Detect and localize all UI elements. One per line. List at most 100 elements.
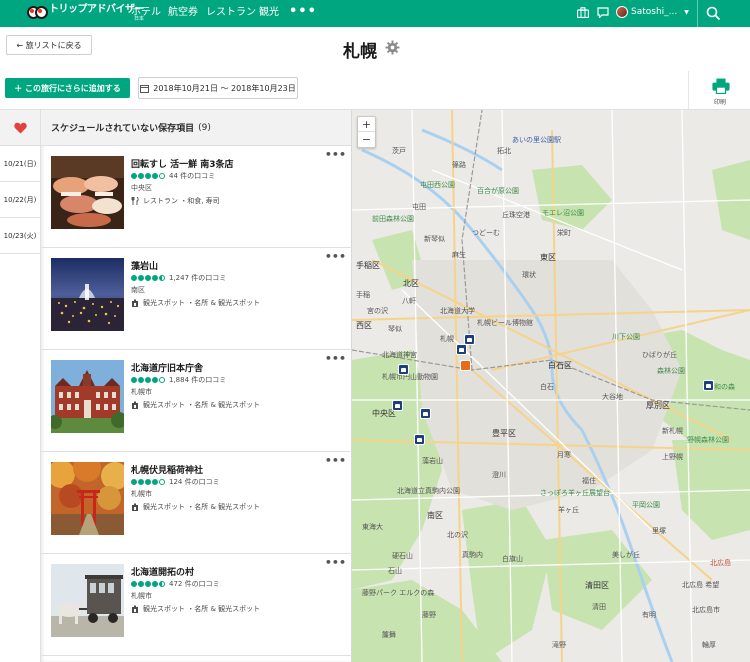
nav-hotels[interactable]: ホテル: [131, 6, 161, 20]
fushimi-inari-shrine-photo[interactable]: [51, 462, 124, 535]
map-pin[interactable]: [464, 334, 475, 345]
map-label: 南区: [427, 511, 443, 520]
day-tab[interactable]: 10/22(月): [0, 182, 40, 218]
nav-attractions[interactable]: 観光: [259, 6, 279, 20]
map-label: 宮の沢: [367, 307, 388, 315]
map-pin[interactable]: [456, 344, 467, 355]
item-name[interactable]: 藻岩山: [131, 259, 158, 272]
zoom-out-button[interactable]: −: [358, 132, 375, 147]
review-count[interactable]: 124 件の口コミ: [169, 477, 220, 487]
map-label: 北海道大学: [440, 307, 475, 315]
map-label: 北広島: [710, 559, 731, 567]
category-text: 観光スポット ・名所 & 観光スポット: [143, 401, 261, 409]
message-icon[interactable]: [597, 7, 609, 18]
map-label: 豊平区: [492, 429, 516, 438]
map-pin[interactable]: [420, 408, 431, 419]
list-item[interactable]: 札幌伏見稲荷神社 124 件の口コミ 札幌市 観光スポット ・名所 & 観光スポ…: [41, 452, 352, 554]
former-government-office-photo[interactable]: [51, 360, 124, 433]
gear-icon[interactable]: [385, 40, 400, 55]
rating: 1,884 件の口コミ: [131, 375, 226, 385]
category-text: レストラン ・和食, 寿司: [143, 197, 220, 205]
more-options-icon[interactable]: •••: [325, 148, 346, 161]
map-label: 北海道神宮: [382, 351, 417, 359]
item-category: 観光スポット ・名所 & 観光スポット: [131, 400, 260, 410]
more-options-icon[interactable]: •••: [325, 352, 346, 365]
print-icon[interactable]: [710, 78, 732, 94]
map-label: 茨戸: [392, 147, 406, 155]
nav-more-icon[interactable]: •••: [289, 5, 317, 18]
day-tab[interactable]: 10/21(日): [0, 146, 40, 182]
zoom-in-button[interactable]: +: [358, 117, 375, 132]
rating-bubbles: [131, 275, 166, 281]
map-label: 輪厚: [702, 641, 716, 649]
map-pin[interactable]: [398, 364, 409, 375]
chevron-down-icon: ▼: [684, 8, 689, 16]
map-pin[interactable]: [703, 380, 714, 391]
item-name[interactable]: 北海道開拓の村: [131, 565, 194, 578]
map-label: 手稲: [356, 291, 370, 299]
map-label: ひばりが丘: [642, 351, 677, 359]
review-count[interactable]: 1,247 件の口コミ: [169, 273, 226, 283]
nav-restaurants[interactable]: レストラン: [206, 6, 256, 20]
review-count[interactable]: 1,884 件の口コミ: [169, 375, 226, 385]
saved-tab[interactable]: [0, 110, 40, 146]
review-count[interactable]: 472 件の口コミ: [169, 579, 220, 589]
item-region: 札幌市: [131, 490, 152, 498]
historical-village-photo[interactable]: [51, 564, 124, 637]
list-item[interactable]: 回転すし 活一鮮 南3条店 44 件の口コミ 中央区 レストラン ・和食, 寿司…: [41, 146, 352, 248]
sushi-photo[interactable]: [51, 156, 124, 229]
map[interactable]: あいの里公園駅 拓北 百合が原公園 屯田西公園 モエレ沼公園 つどーむ 東区 北…: [352, 110, 750, 662]
map-label: 札幌: [440, 335, 454, 343]
map-label: つどーむ: [472, 229, 500, 237]
item-category: 観光スポット ・名所 & 観光スポット: [131, 604, 260, 614]
map-label: 前田森林公園: [372, 215, 414, 223]
map-label: 屯田: [412, 203, 426, 211]
map-label: さっぽろ羊ヶ丘展望台: [540, 489, 610, 497]
map-pin[interactable]: [414, 434, 425, 445]
page-title: 札幌: [343, 42, 377, 62]
review-count[interactable]: 44 件の口コミ: [169, 171, 215, 181]
restaurant-pin[interactable]: [460, 360, 471, 371]
map-label: 月寒: [557, 451, 571, 459]
map-label: 琴似: [388, 325, 402, 333]
list-item[interactable]: 北海道開拓の村 472 件の口コミ 札幌市 観光スポット ・名所 & 観光スポッ…: [41, 554, 352, 656]
mount-moiwa-photo[interactable]: [51, 258, 124, 331]
map-label: 環状: [522, 271, 536, 279]
nav-flights[interactable]: 航空券: [168, 6, 198, 20]
category-text: 観光スポット ・名所 & 観光スポット: [143, 605, 261, 613]
list-item[interactable]: 藻岩山 1,247 件の口コミ 南区 観光スポット ・名所 & 観光スポット •…: [41, 248, 352, 350]
map-label: 藻岩山: [422, 457, 443, 465]
item-name[interactable]: 回転すし 活一鮮 南3条店: [131, 157, 234, 170]
tripadvisor-logo[interactable]: トリップアドバイザー 日本: [27, 4, 145, 23]
more-options-icon[interactable]: •••: [325, 250, 346, 263]
category-text: 観光スポット ・名所 & 観光スポット: [143, 503, 261, 511]
day-column: 10/21(日) 10/22(月) 10/23(火): [0, 110, 41, 662]
item-name[interactable]: 札幌伏見稲荷神社: [131, 463, 203, 476]
map-label: モエレ沼公園: [542, 209, 584, 217]
more-options-icon[interactable]: •••: [325, 556, 346, 569]
rating: 1,247 件の口コミ: [131, 273, 226, 283]
back-to-trips-button[interactable]: ← 旅リストに戻る: [6, 35, 92, 55]
rating: 124 件の口コミ: [131, 477, 220, 487]
date-range-button[interactable]: 2018年10月21日 〜 2018年10月23日: [138, 77, 298, 99]
list-item[interactable]: 北海道庁旧本庁舎 1,884 件の口コミ 札幌市 観光スポット ・名所 & 観光…: [41, 350, 352, 452]
item-category: 観光スポット ・名所 & 観光スポット: [131, 502, 260, 512]
map-pin[interactable]: [392, 400, 403, 411]
briefcase-icon[interactable]: [577, 7, 589, 18]
map-zoom-control: + −: [357, 116, 376, 148]
search-icon[interactable]: [706, 6, 721, 21]
print-label[interactable]: 印刷: [706, 97, 734, 106]
item-category: レストラン ・和食, 寿司: [131, 196, 220, 206]
list-count: (9): [198, 122, 211, 133]
map-label: 福住: [582, 477, 596, 485]
rating-bubbles: [131, 581, 166, 587]
more-options-icon[interactable]: •••: [325, 454, 346, 467]
map-label: 簾舞: [382, 631, 396, 639]
user-menu[interactable]: Satoshi_... ▼: [616, 6, 689, 18]
item-name[interactable]: 北海道庁旧本庁舎: [131, 361, 203, 374]
day-tab[interactable]: 10/23(火): [0, 218, 40, 254]
map-label: 藤野: [422, 611, 436, 619]
map-label: 東区: [540, 253, 556, 262]
landmark-icon: [132, 503, 138, 511]
add-to-trip-button[interactable]: ＋ この旅行にさらに追加する: [5, 78, 130, 98]
